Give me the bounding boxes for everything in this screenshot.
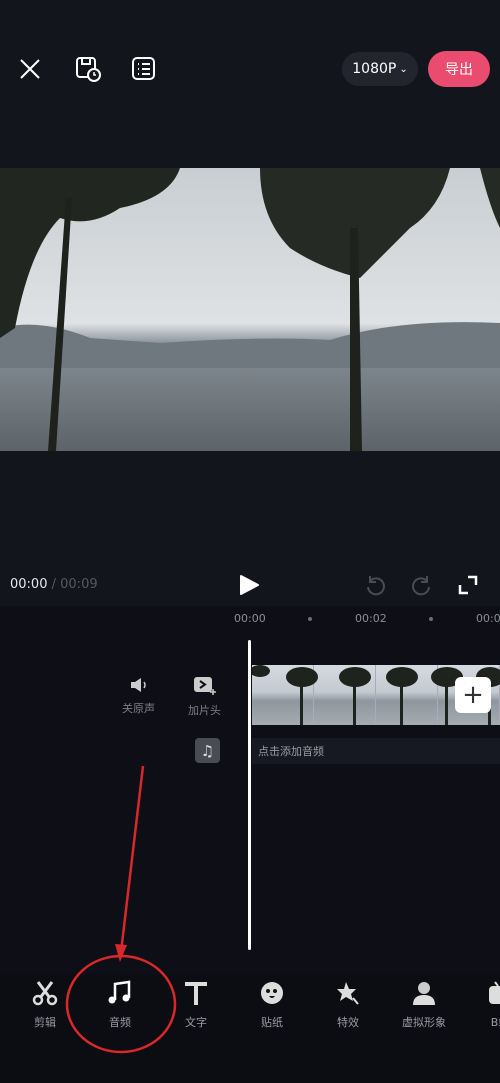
tool-label: 文字 — [185, 1016, 207, 1029]
add-intro-button[interactable]: 加片头 — [188, 676, 221, 718]
chevron-down-icon: ⌄ — [399, 63, 408, 75]
tool-effects[interactable]: 特效 — [318, 980, 378, 1030]
tool-label: 贴纸 — [261, 1016, 283, 1029]
add-intro-icon — [193, 677, 216, 695]
add-audio-track[interactable]: 点击添加音频 — [252, 738, 500, 764]
bilibili-icon — [489, 981, 500, 1004]
avatar-icon — [413, 982, 435, 1005]
resolution-dropdown[interactable]: 1080P ⌄ — [342, 52, 418, 86]
current-time: 00:00 — [10, 577, 48, 592]
star-effect-icon — [337, 982, 359, 1005]
audio-track-icon[interactable]: ♫ — [195, 738, 220, 763]
tool-label: 特效 — [337, 1016, 359, 1029]
tool-label: 剪辑 — [34, 1016, 56, 1029]
add-audio-hint: 点击添加音频 — [258, 745, 324, 758]
tick-dot — [429, 617, 433, 621]
time-separator: / — [51, 577, 56, 592]
playhead[interactable] — [248, 640, 251, 950]
text-icon — [185, 982, 207, 1005]
close-icon[interactable] — [17, 56, 43, 82]
export-button[interactable]: 导出 — [428, 51, 490, 87]
undo-icon[interactable] — [364, 574, 386, 596]
tool-text[interactable]: 文字 — [166, 980, 226, 1030]
tool-label: 音频 — [109, 1016, 131, 1029]
time-tick: 00:0 — [476, 612, 500, 625]
play-icon[interactable] — [238, 574, 260, 596]
list-icon[interactable] — [131, 56, 157, 82]
time-tick: 00:02 — [355, 612, 387, 625]
mute-original-button[interactable]: 关原声 — [122, 676, 155, 716]
music-note-icon — [108, 980, 131, 1004]
time-display: 00:00 / 00:09 — [10, 577, 98, 592]
fullscreen-icon[interactable] — [457, 574, 479, 596]
add-clip-button[interactable]: + — [455, 677, 491, 713]
tool-bilibili[interactable]: B站 — [470, 980, 500, 1030]
save-draft-icon[interactable] — [75, 56, 101, 82]
tool-label: 虚拟形象 — [402, 1016, 446, 1029]
total-time: 00:09 — [60, 577, 98, 592]
time-tick: 00:00 — [234, 612, 266, 625]
redo-icon[interactable] — [411, 574, 433, 596]
add-intro-label: 加片头 — [188, 704, 221, 717]
speaker-icon — [130, 678, 146, 692]
tool-edit[interactable]: 剪辑 — [15, 980, 75, 1030]
tool-avatar[interactable]: 虚拟形象 — [394, 980, 454, 1030]
video-preview[interactable] — [0, 168, 500, 451]
tool-audio[interactable]: 音频 — [90, 980, 150, 1030]
scissors-icon — [32, 981, 58, 1006]
tool-sticker[interactable]: 贴纸 — [242, 980, 302, 1030]
tool-label: B站 — [490, 1016, 500, 1029]
tick-dot — [308, 617, 312, 621]
mute-label: 关原声 — [122, 702, 155, 715]
sticker-icon — [261, 982, 283, 1004]
resolution-value: 1080P — [352, 61, 397, 77]
